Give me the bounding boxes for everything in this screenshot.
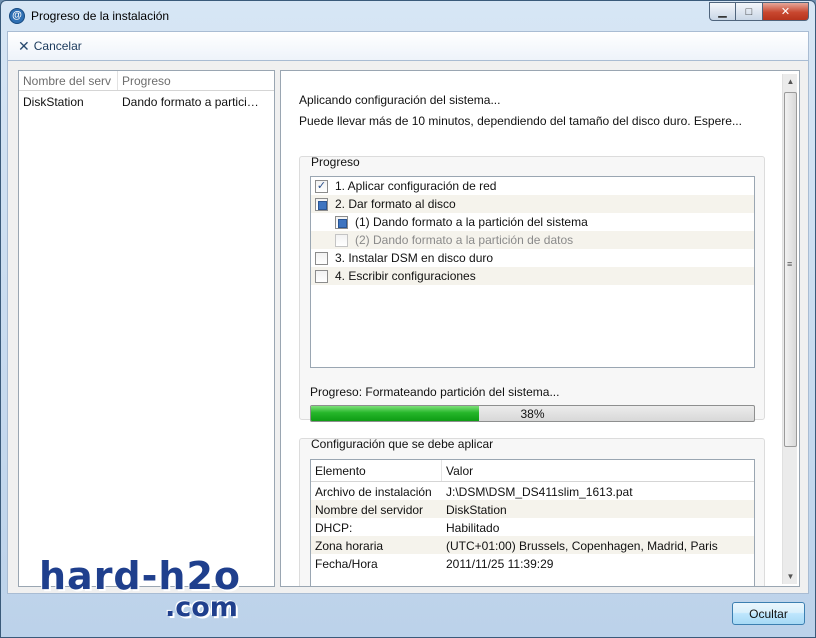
- watermark-line1: hard-h2o: [39, 554, 242, 598]
- server-list-header: Nombre del serv Progreso: [19, 71, 274, 91]
- details-panel: Aplicando configuración del sistema... P…: [280, 70, 800, 587]
- vertical-scrollbar[interactable]: ▲ ≡ ▼: [782, 74, 797, 584]
- app-icon: @: [9, 8, 25, 24]
- status-text: Aplicando configuración del sistema...: [299, 93, 501, 107]
- step-label: 1. Aplicar configuración de red: [335, 179, 497, 193]
- server-name: DiskStation: [23, 95, 84, 109]
- close-button[interactable]: ✕: [763, 2, 809, 21]
- column-header-element[interactable]: Elemento: [311, 460, 442, 481]
- config-item: Archivo de instalación: [315, 485, 432, 499]
- partial-checkbox-icon: [315, 197, 328, 211]
- watermark-logo: hard-h2o .com: [39, 557, 279, 621]
- step-label: 4. Escribir configuraciones: [335, 269, 476, 283]
- step-row: 4. Escribir configuraciones: [311, 267, 754, 285]
- table-row: Zona horaria (UTC+01:00) Brussels, Copen…: [311, 536, 754, 554]
- substep-label: (1) Dando formato a la partición del sis…: [355, 215, 588, 229]
- progress-group: Progreso ✓ 1. Aplicar configuración de r…: [299, 155, 765, 422]
- unchecked-checkbox-icon: [315, 269, 328, 283]
- table-row: Fecha/Hora 2011/11/25 11:39:29: [311, 554, 754, 572]
- server-progress: Dando formato a partici…: [122, 95, 259, 109]
- substep-row: (2) Dando formato a la partición de dato…: [311, 231, 754, 249]
- watermark-line2: .com: [165, 592, 238, 623]
- progress-label: Progreso: Formateando partición del sist…: [310, 385, 560, 399]
- substep-label: (2) Dando formato a la partición de dato…: [355, 233, 574, 247]
- tools-cross-icon: ✕: [18, 37, 30, 54]
- config-item: DHCP:: [315, 521, 353, 535]
- config-value: DiskStation: [446, 503, 507, 517]
- progress-group-title: Progreso: [311, 155, 360, 169]
- cancel-button[interactable]: ✕ Cancelar: [18, 38, 82, 55]
- progress-bar: 38%: [310, 405, 755, 422]
- scroll-down-arrow-icon[interactable]: ▼: [783, 569, 798, 584]
- step-label: 3. Instalar DSM en disco duro: [335, 251, 494, 265]
- column-header-value[interactable]: Valor: [442, 460, 754, 481]
- grip-icon: ≡: [787, 259, 793, 269]
- title-bar[interactable]: @ Progreso de la instalación ▁ □ ✕: [1, 1, 815, 31]
- server-row[interactable]: DiskStation Dando formato a partici…: [19, 91, 274, 111]
- server-list: Nombre del serv Progreso DiskStation Dan…: [18, 70, 275, 587]
- hide-button[interactable]: Ocultar: [732, 602, 805, 625]
- main-content: Nombre del serv Progreso DiskStation Dan…: [7, 61, 809, 594]
- scrollbar-thumb[interactable]: ≡: [784, 92, 797, 447]
- minimize-button[interactable]: ▁: [709, 2, 736, 21]
- config-value: J:\DSM\DSM_DS411slim_1613.pat: [446, 485, 633, 499]
- maximize-button[interactable]: □: [736, 2, 763, 21]
- duration-note: Puede llevar más de 10 minutos, dependie…: [299, 114, 742, 128]
- step-row: ✓ 1. Aplicar configuración de red: [311, 177, 754, 195]
- progress-percent: 38%: [520, 407, 545, 421]
- scroll-up-arrow-icon[interactable]: ▲: [783, 74, 798, 89]
- config-table-header: Elemento Valor: [311, 460, 754, 482]
- config-item: Zona horaria: [315, 539, 384, 553]
- table-row: Nombre del servidor DiskStation: [311, 500, 754, 518]
- config-item: Fecha/Hora: [315, 557, 378, 571]
- config-group: Configuración que se debe aplicar Elemen…: [299, 437, 765, 586]
- step-row: 3. Instalar DSM en disco duro: [311, 249, 754, 267]
- toolbar: ✕ Cancelar: [7, 31, 809, 61]
- step-label: 2. Dar formato al disco: [335, 197, 456, 211]
- step-row: 2. Dar formato al disco: [311, 195, 754, 213]
- config-item: Nombre del servidor: [315, 503, 424, 517]
- table-row: DHCP: Habilitado: [311, 518, 754, 536]
- column-header-server-name[interactable]: Nombre del serv: [19, 71, 118, 90]
- config-value: 2011/11/25 11:39:29: [446, 557, 554, 571]
- table-row: Archivo de instalación J:\DSM\DSM_DS411s…: [311, 482, 754, 500]
- installation-progress-window: @ Progreso de la instalación ▁ □ ✕ ✕ Can…: [0, 0, 816, 638]
- config-value: Habilitado: [446, 521, 500, 535]
- disabled-checkbox-icon: [335, 233, 348, 247]
- cancel-label: Cancelar: [33, 39, 82, 53]
- config-value: (UTC+01:00) Brussels, Copenhagen, Madrid…: [446, 539, 718, 553]
- substep-row: (1) Dando formato a la partición del sis…: [311, 213, 754, 231]
- column-header-progress[interactable]: Progreso: [118, 71, 274, 90]
- steps-list: ✓ 1. Aplicar configuración de red 2. Dar…: [310, 176, 755, 368]
- window-title: Progreso de la instalación: [31, 9, 170, 23]
- window-controls: ▁ □ ✕: [709, 2, 809, 21]
- checked-checkbox-icon: ✓: [315, 179, 328, 193]
- partial-checkbox-icon: [335, 215, 348, 229]
- unchecked-checkbox-icon: [315, 251, 328, 265]
- config-group-title: Configuración que se debe aplicar: [311, 437, 494, 451]
- config-table: Elemento Valor Archivo de instalación J:…: [310, 459, 755, 586]
